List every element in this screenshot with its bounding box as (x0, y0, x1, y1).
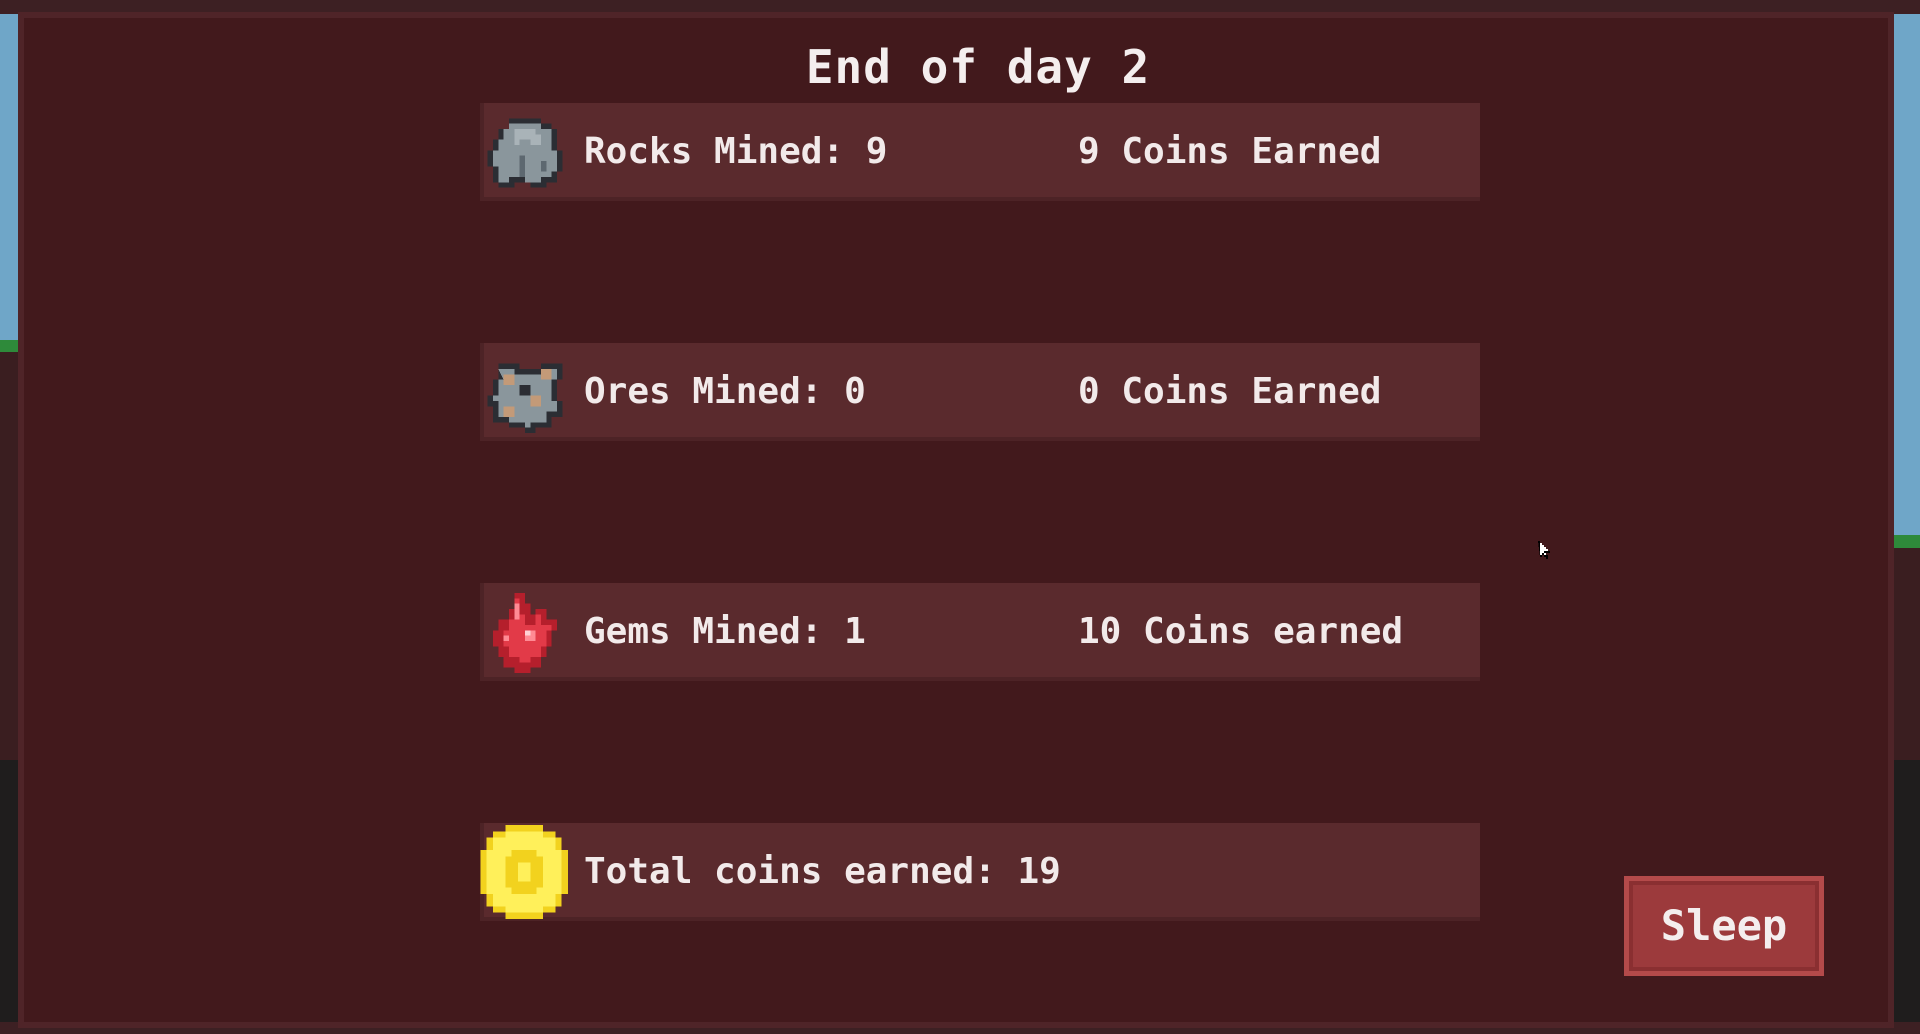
summary-row-rocks: Rocks Mined: 9 9 Coins Earned (480, 103, 1480, 201)
rocks-mined-label: Rocks Mined: 9 (584, 131, 888, 172)
gems-mined-label: Gems Mined: 1 (584, 611, 866, 652)
ores-mined-label: Ores Mined: 0 (584, 371, 866, 412)
end-of-day-panel: End of day 2 Rocks Mined: 9 9 Coins Earn… (18, 12, 1894, 1028)
rocks-coins-label: 9 Coins Earned (1078, 131, 1382, 172)
game-screen: End of day 2 Rocks Mined: 9 9 Coins Earn… (0, 0, 1920, 1034)
sleep-button[interactable]: Sleep (1624, 876, 1824, 976)
ore-icon (487, 363, 563, 433)
page-title: End of day 2 (805, 40, 1151, 94)
gems-coins-label: 10 Coins earned (1078, 611, 1404, 652)
mouse-cursor-icon (1538, 541, 1550, 559)
total-coins-label: Total coins earned: 19 (584, 851, 1061, 892)
gem-icon (493, 593, 557, 673)
summary-row-ores: Ores Mined: 0 0 Coins Earned (480, 343, 1480, 441)
coin-icon (480, 825, 568, 919)
summary-row-total: Total coins earned: 19 (480, 823, 1480, 921)
rock-icon (487, 118, 563, 188)
ores-coins-label: 0 Coins Earned (1078, 371, 1382, 412)
summary-row-gems: Gems Mined: 1 10 Coins earned (480, 583, 1480, 681)
